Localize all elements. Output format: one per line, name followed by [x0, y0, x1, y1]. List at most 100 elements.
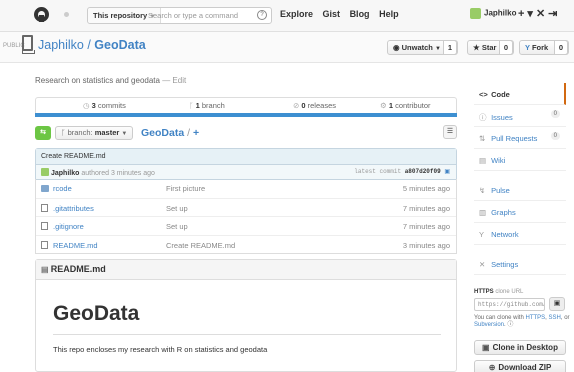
compare-branch-button[interactable]: ⇆	[35, 126, 51, 140]
file-commit-message[interactable]: Set up	[166, 204, 188, 213]
plus-icon[interactable]: +▾	[518, 8, 536, 20]
clone-url-input[interactable]: https://github.com/Japhilko/GeoData.git	[474, 298, 545, 311]
file-commit-message[interactable]: Set up	[166, 222, 188, 231]
clone-protocol[interactable]: HTTPS	[474, 289, 494, 295]
sidebar-item-pulse[interactable]: ↯ Pulse	[474, 179, 566, 201]
book-icon: ▤	[41, 265, 51, 274]
file-list: rcode First picture 5 minutes ago .gitat…	[35, 179, 457, 254]
organization-icon: ⚙	[380, 101, 389, 110]
file-name[interactable]: .gitignore	[53, 222, 84, 231]
star-count[interactable]: 0	[498, 40, 513, 55]
sidebar-item-pull-requests[interactable]: ⇅ Pull Requests 0	[474, 127, 566, 149]
repo-sidebar-nav: <> Code ⓘ Issues 0 ⇅ Pull Requests 0 ▤ Wik…	[474, 83, 566, 275]
breadcrumb-separator: /	[184, 127, 193, 139]
file-row[interactable]: .gitignore Set up 7 minutes ago	[36, 216, 456, 235]
signout-icon[interactable]: ⇥	[548, 8, 560, 20]
help-icon[interactable]: ⓘ	[507, 322, 513, 328]
search-scope-label: This repository	[93, 11, 148, 20]
search-input[interactable]: Search or type a command	[148, 8, 238, 23]
github-logo-icon[interactable]	[34, 7, 49, 22]
edit-description-link[interactable]: Edit	[172, 76, 186, 85]
header-actions: +▾✕⇥	[518, 7, 560, 20]
tools-icon[interactable]: ✕	[536, 8, 548, 20]
file-row[interactable]: rcode First picture 5 minutes ago	[36, 179, 456, 198]
sidebar-item-wiki[interactable]: ▤ Wiki	[474, 149, 566, 171]
branches-stat[interactable]: ᚴ 1 branch	[189, 101, 225, 110]
readme-title: README.md	[50, 264, 106, 274]
fork-label: Fork	[531, 43, 549, 52]
download-zip-button[interactable]: ⊕ Download ZIP	[474, 360, 566, 372]
clone-https-link[interactable]: HTTPS	[526, 315, 546, 321]
sidebar-item-network[interactable]: Y Network	[474, 223, 566, 245]
breadcrumb-repo-link[interactable]: GeoData	[141, 127, 184, 139]
author-avatar	[41, 168, 49, 176]
commits-count: 3	[91, 101, 96, 110]
nav-help[interactable]: Help	[379, 9, 399, 19]
add-file-link[interactable]: +	[193, 127, 199, 139]
file-navigation: ⇆ ᚴ branch: master ▼ GeoData / + ☰	[35, 125, 457, 140]
sidebar-item-code[interactable]: <> Code	[474, 83, 566, 105]
file-row[interactable]: README.md Create README.md 3 minutes ago	[36, 234, 456, 254]
repo-stats: ◷ 3 commits ᚴ 1 branch ⊘ 0 releases ⚙ 1 …	[35, 97, 457, 113]
clone-note-prefix: You can clone with	[474, 315, 524, 321]
search-box[interactable]: This repository ▼ Search or type a comma…	[87, 7, 272, 24]
pull-requests-count-badge: 0	[550, 132, 560, 140]
fork-button[interactable]: Y Fork 0	[519, 40, 569, 55]
unwatch-button[interactable]: ◉ Unwatch ▼ 1	[387, 40, 458, 55]
language-bar[interactable]	[35, 113, 457, 117]
commit-message[interactable]: Create README.md	[36, 149, 456, 165]
clone-ssh-link[interactable]: SSH	[549, 315, 561, 321]
fork-count[interactable]: 0	[553, 40, 568, 55]
repo-name-link[interactable]: GeoData	[94, 38, 145, 52]
releases-label: releases	[307, 101, 336, 110]
top-nav: Explore Gist Blog Help	[280, 9, 406, 19]
commits-stat[interactable]: ◷ 3 commits	[83, 101, 126, 110]
commit-meta: Japhilko authored 3 minutes ago latest c…	[36, 165, 456, 179]
watch-count[interactable]: 1	[442, 40, 457, 55]
notification-dot-icon[interactable]	[64, 12, 69, 17]
clone-subversion-link[interactable]: Subversion	[474, 322, 504, 328]
sidebar-item-graphs[interactable]: ▥ Graphs	[474, 201, 566, 223]
contributors-stat[interactable]: ⚙ 1 contributor	[380, 101, 431, 110]
file-name[interactable]: rcode	[53, 184, 72, 193]
history-icon: ◷	[83, 101, 92, 110]
file-commit-message[interactable]: First picture	[166, 184, 205, 193]
desktop-icon: ▣	[482, 343, 490, 352]
clone-in-desktop-button[interactable]: ▣ Clone in Desktop	[474, 340, 566, 355]
nav-gist[interactable]: Gist	[323, 9, 341, 19]
file-commit-message[interactable]: Create README.md	[166, 241, 235, 250]
list-view-button[interactable]: ☰	[443, 125, 457, 139]
star-button[interactable]: ★ Star 0	[467, 40, 514, 55]
branch-prefix: branch:	[67, 128, 93, 137]
copy-to-clipboard-button[interactable]: ▣	[549, 297, 565, 311]
username: Japhilko	[484, 8, 517, 18]
branch-selector[interactable]: ᚴ branch: master ▼	[55, 126, 134, 140]
releases-stat[interactable]: ⊘ 0 releases	[293, 101, 336, 110]
branch-icon: ᚴ	[189, 101, 196, 110]
file-row[interactable]: .gitattributes Set up 7 minutes ago	[36, 197, 456, 217]
nav-blog[interactable]: Blog	[350, 9, 370, 19]
commit-author[interactable]: Japhilko	[51, 170, 79, 177]
latest-commit: Create README.md Japhilko authored 3 min…	[35, 148, 457, 180]
latest-commit-label: latest commit	[354, 168, 402, 175]
fork-icon: Y	[525, 43, 532, 52]
nav-explore[interactable]: Explore	[280, 9, 313, 19]
file-name[interactable]: README.md	[53, 241, 98, 250]
readme-paragraph: This repo encloses my research with R on…	[53, 345, 268, 354]
commit-sha[interactable]: a807d20f09	[405, 168, 441, 175]
branch-count: 1	[195, 101, 200, 110]
file-age: 7 minutes ago	[402, 222, 450, 231]
sidebar-item-label: Graphs	[491, 208, 516, 217]
issue-icon: ⓘ	[479, 113, 487, 122]
file-name[interactable]: .gitattributes	[53, 204, 94, 213]
help-icon[interactable]: ?	[257, 10, 267, 20]
repo-owner-link[interactable]: Japhilko	[38, 38, 84, 52]
clipboard-icon[interactable]: ▣	[444, 168, 450, 175]
readme-header: ▤ README.md	[36, 260, 456, 280]
sidebar-item-issues[interactable]: ⓘ Issues 0	[474, 105, 566, 127]
user-menu[interactable]: Japhilko	[470, 8, 516, 19]
network-icon: Y	[479, 230, 485, 239]
clone-in-desktop-label: Clone in Desktop	[492, 343, 558, 352]
sidebar-item-settings[interactable]: ✕ Settings	[474, 253, 566, 275]
releases-count: 0	[301, 101, 306, 110]
